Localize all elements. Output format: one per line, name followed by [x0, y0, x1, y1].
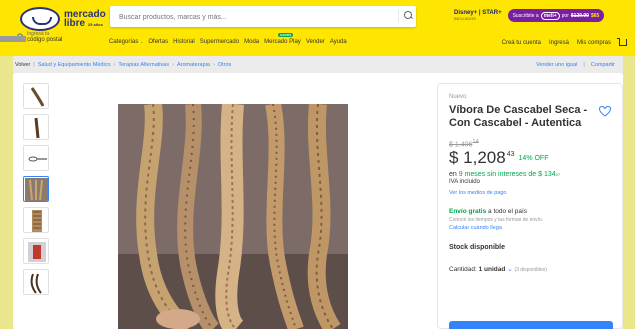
promo-new-price: $65 [590, 12, 600, 19]
disney-star-logo: Disney+ | STAR+ INCLUIDOS [454, 9, 502, 21]
thumbnail-image[interactable] [23, 114, 49, 140]
snake-skin-image [25, 178, 48, 201]
search-input[interactable] [110, 7, 380, 28]
logo-text-line2: libre 25 años [64, 17, 103, 29]
nav-mercado-play[interactable]: GRATIS Mercado Play [264, 33, 301, 45]
nav-fashion[interactable]: Moda [244, 39, 259, 45]
thumbnail-image-selected[interactable] [23, 176, 49, 202]
heart-icon[interactable] [599, 106, 611, 117]
snake-skin-image [32, 210, 42, 232]
product-content: Nuevo Víbora De Cascabel Seca - Con Casc… [13, 73, 623, 329]
breadcrumb-item[interactable]: Terapias Alternativas [118, 62, 169, 68]
snake-skin-image [34, 117, 40, 139]
meli-plus-badge: meli+ [540, 11, 560, 20]
chevron-right-icon: › [172, 62, 174, 68]
breadcrumb-item[interactable]: Otros [218, 62, 231, 68]
shipping-info: Envío gratis a todo el país [449, 208, 528, 216]
create-account-link[interactable]: Creá tu cuenta [502, 40, 541, 46]
meli-plus-promo[interactable]: Disney+ | STAR+ INCLUIDOS Suscribite a m… [454, 9, 605, 22]
promo-old-price: $129.90 [570, 12, 589, 19]
login-link[interactable]: Ingresá [549, 40, 569, 46]
quantity-selector[interactable]: Cantidad: 1 unidad ⌄ (3 disponibles) [449, 265, 611, 273]
thumbnail-image[interactable] [23, 145, 49, 171]
buy-now-button[interactable] [449, 321, 613, 329]
nav-offers[interactable]: Ofertas [148, 39, 168, 45]
back-link[interactable]: Volver [15, 62, 30, 68]
handshake-logo-icon [20, 7, 60, 31]
thumbnail-image[interactable] [23, 238, 49, 264]
my-purchases-link[interactable]: Mis compras [577, 40, 611, 46]
breadcrumb-item[interactable]: Aromaterapia [177, 62, 210, 68]
dried-snake-skins-image [118, 104, 348, 329]
nav-sell[interactable]: Vender [306, 39, 325, 45]
chevron-right-icon: › [113, 62, 116, 68]
chevron-down-icon: ⌄ [140, 39, 144, 44]
search-bar [110, 6, 416, 28]
snake-skin-image [30, 87, 45, 107]
thumbnail-image[interactable] [23, 83, 49, 109]
search-icon[interactable] [398, 10, 412, 22]
thumbnail-image[interactable] [23, 207, 49, 233]
user-nav: Creá tu cuenta Ingresá Mis compras [502, 38, 627, 46]
condition-label: Nuevo [449, 94, 467, 100]
nav-categories[interactable]: Categorías ⌄ [109, 39, 143, 45]
main-nav: Categorías ⌄ Ofertas Historial Supermerc… [109, 33, 347, 45]
stock-status: Stock disponible [449, 244, 506, 252]
nav-help[interactable]: Ayuda [330, 39, 347, 45]
chevron-right-icon: › [212, 62, 215, 68]
price-cents: 43 [506, 151, 515, 159]
snake-skin-image [28, 242, 46, 262]
product-title: Víbora De Cascabel Seca - Con Cascabel -… [449, 104, 588, 129]
mercadolibre-logo[interactable]: mercado libre 25 años [20, 6, 110, 32]
calculate-arrival-link[interactable]: Calcular cuándo llega [449, 225, 611, 231]
snake-skin-image [30, 273, 42, 294]
discount-badge: 14% OFF [518, 155, 549, 163]
price-amount: $ 1,208 [449, 148, 506, 168]
payment-methods-link[interactable]: Ver los medios de pago [449, 190, 611, 196]
breadcrumb: Volver | Salud y Equipamiento Médico › T… [15, 62, 615, 68]
chevron-down-icon: ⌄ [507, 266, 513, 274]
installments-info: en 9 meses sin intereses de $ 13427 [449, 171, 561, 179]
nav-history[interactable]: Historial [173, 39, 195, 45]
window-frame-notch [0, 36, 26, 42]
nav-supermarket[interactable]: Supermercado [200, 39, 239, 45]
breadcrumb-item[interactable]: Salud y Equipamiento Médico [38, 62, 111, 68]
meli-plus-subscribe-button[interactable]: Suscribite a meli+ por $129.90 $65 [507, 9, 605, 22]
product-main-image[interactable] [118, 104, 348, 329]
sell-same-link[interactable]: Vender uno igual [536, 62, 577, 68]
current-price: $ 1,208 43 14% OFF [449, 149, 611, 167]
iva-label: IVA incluido [449, 179, 480, 186]
thumbnail-image[interactable] [23, 269, 49, 295]
cart-icon[interactable] [617, 38, 627, 46]
original-price: $ 1.40614 [449, 139, 479, 149]
free-badge: GRATIS [278, 33, 294, 37]
share-link[interactable]: Compartir [591, 62, 615, 68]
site-header: mercado libre 25 años Disney+ | STAR+ IN… [0, 0, 635, 56]
shipping-subtext: Conocé los tiempos y las formas de envío… [449, 217, 544, 224]
thumbnail-gallery [23, 83, 49, 300]
buy-box: Nuevo Víbora De Cascabel Seca - Con Casc… [437, 83, 623, 329]
snake-skin-image [28, 156, 47, 162]
logo-anniversary-tag: 25 años [87, 21, 103, 27]
